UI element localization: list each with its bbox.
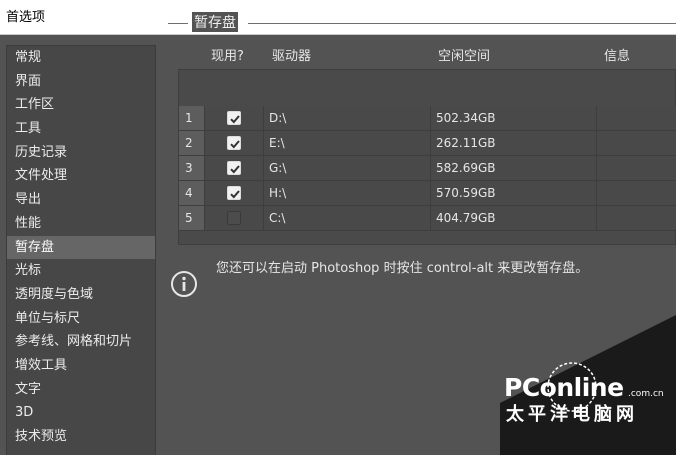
sidebar-item-guides-grid-slices[interactable]: 参考线、网格和切片 bbox=[7, 330, 155, 354]
active-cell bbox=[206, 106, 264, 130]
preferences-sidebar: 常规 界面 工作区 工具 历史记录 文件处理 导出 性能 暂存盘 光标 透明度与… bbox=[6, 45, 156, 455]
info-cell bbox=[598, 131, 676, 155]
watermark-background bbox=[500, 315, 676, 455]
sidebar-item-transparency-gamut[interactable]: 透明度与色域 bbox=[7, 283, 155, 307]
info-cell bbox=[598, 156, 676, 180]
active-cell bbox=[206, 131, 264, 155]
row-index: 1 bbox=[179, 106, 205, 130]
column-header-active: 现用? bbox=[211, 49, 244, 64]
free-space-cell: 582.69GB bbox=[432, 156, 597, 180]
info-cell bbox=[598, 181, 676, 205]
column-header-drive: 驱动器 bbox=[272, 49, 312, 64]
sidebar-item-tools[interactable]: 工具 bbox=[7, 117, 155, 141]
row-index: 2 bbox=[179, 131, 205, 155]
sidebar-item-type[interactable]: 文字 bbox=[7, 378, 155, 402]
sidebar-item-general[interactable]: 常规 bbox=[7, 46, 155, 70]
sidebar-item-cursors[interactable]: 光标 bbox=[7, 259, 155, 283]
drive-cell: D:\ bbox=[265, 106, 431, 130]
sidebar-item-workspace[interactable]: 工作区 bbox=[7, 93, 155, 117]
watermark-logo: PConline bbox=[504, 373, 624, 402]
active-checkbox[interactable] bbox=[227, 211, 241, 225]
free-space-cell: 502.34GB bbox=[432, 106, 597, 130]
sidebar-item-export[interactable]: 导出 bbox=[7, 188, 155, 212]
table-row[interactable]: 3 G:\ 582.69GB bbox=[179, 156, 676, 180]
sidebar-item-3d[interactable]: 3D bbox=[7, 401, 155, 425]
watermark-cn: 太平洋电脑网 bbox=[506, 404, 638, 425]
sidebar-item-file-handling[interactable]: 文件处理 bbox=[7, 164, 155, 188]
active-checkbox[interactable] bbox=[227, 186, 241, 200]
scratch-disk-note: 您还可以在启动 Photoshop 时按住 control-alt 来更改暂存盘… bbox=[216, 261, 589, 276]
column-header-info: 信息 bbox=[604, 49, 631, 64]
sidebar-item-tech-previews[interactable]: 技术预览 bbox=[7, 425, 155, 449]
active-cell bbox=[206, 206, 264, 230]
sidebar-item-history[interactable]: 历史记录 bbox=[7, 141, 155, 165]
scratch-disks-table: 1 D:\ 502.34GB 2 E:\ 262.11GB 3 G:\ 582.… bbox=[178, 69, 676, 245]
drive-cell: E:\ bbox=[265, 131, 431, 155]
info-cell bbox=[598, 206, 676, 230]
row-index: 4 bbox=[179, 181, 205, 205]
free-space-cell: 404.79GB bbox=[432, 206, 597, 230]
drive-cell: G:\ bbox=[265, 156, 431, 180]
sidebar-item-interface[interactable]: 界面 bbox=[7, 70, 155, 94]
free-space-cell: 262.11GB bbox=[432, 131, 597, 155]
info-cell bbox=[598, 106, 676, 130]
sidebar-item-performance[interactable]: 性能 bbox=[7, 212, 155, 236]
window-title: 首选项 bbox=[0, 0, 676, 35]
checkmark-icon bbox=[230, 140, 240, 149]
sidebar-item-units-rulers[interactable]: 单位与标尺 bbox=[7, 307, 155, 331]
sidebar-item-plugins[interactable]: 增效工具 bbox=[7, 354, 155, 378]
scratch-disks-group-title: 暂存盘 bbox=[192, 12, 238, 32]
active-cell bbox=[206, 181, 264, 205]
row-index: 5 bbox=[179, 206, 205, 230]
row-index: 3 bbox=[179, 156, 205, 180]
column-header-free-space: 空闲空间 bbox=[438, 49, 491, 64]
watermark-domain: .com.cn bbox=[628, 389, 664, 399]
table-row[interactable]: 1 D:\ 502.34GB bbox=[179, 106, 676, 130]
active-checkbox[interactable] bbox=[227, 136, 241, 150]
active-checkbox[interactable] bbox=[227, 161, 241, 175]
table-row[interactable]: 2 E:\ 262.11GB bbox=[179, 131, 676, 155]
drive-cell: H:\ bbox=[265, 181, 431, 205]
checkmark-icon bbox=[230, 165, 240, 174]
active-cell bbox=[206, 156, 264, 180]
sidebar-item-scratch-disks[interactable]: 暂存盘 bbox=[7, 235, 155, 260]
info-circle-icon bbox=[171, 271, 197, 297]
group-border bbox=[168, 23, 188, 24]
free-space-cell: 570.59GB bbox=[432, 181, 597, 205]
drive-cell: C:\ bbox=[265, 206, 431, 230]
checkmark-icon bbox=[230, 115, 240, 124]
table-row[interactable]: 4 H:\ 570.59GB bbox=[179, 181, 676, 205]
active-checkbox[interactable] bbox=[227, 111, 241, 125]
checkmark-icon bbox=[230, 190, 240, 199]
group-border bbox=[248, 23, 676, 24]
table-row[interactable]: 5 C:\ 404.79GB bbox=[179, 206, 676, 230]
